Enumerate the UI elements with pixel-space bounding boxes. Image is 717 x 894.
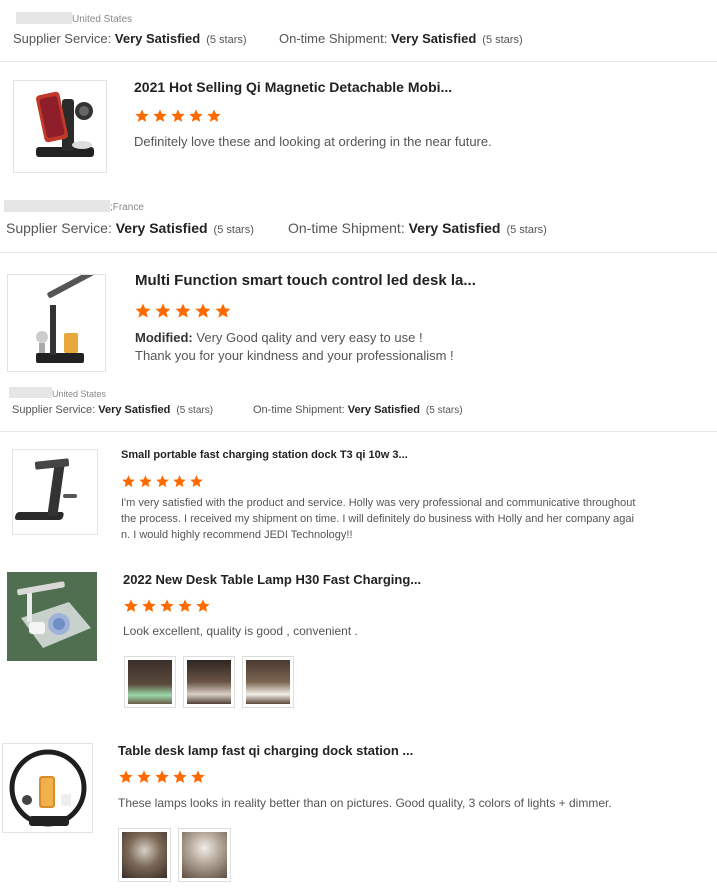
star-icon [135, 303, 151, 318]
star-icon [122, 475, 135, 488]
review-photo[interactable] [178, 828, 231, 882]
desk-lamp-image [36, 275, 95, 363]
product-title[interactable]: Small portable fast charging station doc… [121, 449, 408, 461]
blurred-name [9, 387, 52, 399]
ring-lamp-image [9, 749, 87, 827]
product-title[interactable]: Table desk lamp fast qi charging dock st… [118, 743, 413, 758]
star-rating [134, 108, 222, 124]
star-icon [142, 599, 156, 612]
star-rating [121, 474, 204, 489]
product-thumbnail[interactable] [13, 80, 107, 173]
star-rating [118, 769, 206, 785]
ontime-shipment-rating: On-time Shipment: Very Satisfied (5 stars… [279, 31, 523, 46]
review-text: Modified: Very Good qality and very easy… [135, 330, 454, 364]
star-rating [134, 302, 232, 320]
divider [0, 252, 717, 253]
lamp-photo-image [246, 660, 290, 704]
ontime-shipment-rating: On-time Shipment: Very Satisfied (5 stars… [253, 404, 463, 416]
divider [0, 431, 717, 432]
star-icon [171, 109, 185, 122]
lamp-photo-image [187, 660, 231, 704]
charging-dock-image [36, 91, 94, 157]
product-title[interactable]: Multi Function smart touch control led d… [135, 272, 476, 289]
review-text: Look excellent, quality is good , conven… [123, 624, 358, 638]
star-icon [175, 303, 191, 318]
review-photo[interactable] [124, 656, 176, 708]
star-icon [189, 109, 203, 122]
star-icon [139, 475, 152, 488]
review-text: These lamps looks in reality better than… [118, 796, 612, 810]
ontime-shipment-rating: On-time Shipment: Very Satisfied (5 stars… [288, 220, 547, 236]
blurred-name [4, 199, 110, 212]
product-title[interactable]: 2022 New Desk Table Lamp H30 Fast Chargi… [123, 572, 421, 587]
review-photo[interactable] [183, 656, 235, 708]
star-icon [173, 770, 187, 783]
lamp-photo-image [182, 832, 227, 878]
product-thumbnail[interactable] [12, 449, 98, 535]
star-icon [173, 475, 186, 488]
charging-station-image [14, 458, 77, 520]
star-icon [195, 303, 211, 318]
review-text: I'm very satisfied with the product and … [121, 497, 636, 541]
divider [0, 61, 717, 62]
star-icon [156, 475, 169, 488]
product-thumbnail[interactable] [2, 743, 93, 833]
star-icon [137, 770, 151, 783]
review-photo[interactable] [242, 656, 294, 708]
star-icon [207, 109, 221, 122]
star-icon [153, 109, 167, 122]
lamp-photo-image [122, 832, 167, 878]
lamp-photo-image [128, 660, 172, 704]
product-title[interactable]: 2021 Hot Selling Qi Magnetic Detachable … [134, 79, 452, 95]
review-photo[interactable] [118, 828, 171, 882]
reviewer-location: ;France [4, 197, 144, 215]
reviewer-location: United States [16, 9, 132, 27]
star-icon [190, 475, 203, 488]
star-icon [191, 770, 205, 783]
product-thumbnail[interactable] [7, 274, 106, 372]
supplier-service-rating: Supplier Service: Very Satisfied (5 stars… [6, 220, 254, 236]
supplier-service-rating: Supplier Service: Very Satisfied (5 stars… [13, 31, 247, 46]
star-icon [215, 303, 231, 318]
reviewer-location: United States [9, 384, 106, 402]
star-icon [119, 770, 133, 783]
star-icon [135, 109, 149, 122]
star-rating [123, 598, 211, 614]
star-icon [155, 303, 171, 318]
lamp-charger-image [7, 572, 97, 661]
star-icon [155, 770, 169, 783]
review-text: Definitely love these and looking at ord… [134, 134, 492, 149]
star-icon [160, 599, 174, 612]
star-icon [196, 599, 210, 612]
supplier-service-rating: Supplier Service: Very Satisfied (5 stars… [12, 404, 214, 416]
star-icon [124, 599, 138, 612]
star-icon [178, 599, 192, 612]
blurred-name [16, 11, 72, 24]
product-thumbnail[interactable] [7, 572, 97, 661]
